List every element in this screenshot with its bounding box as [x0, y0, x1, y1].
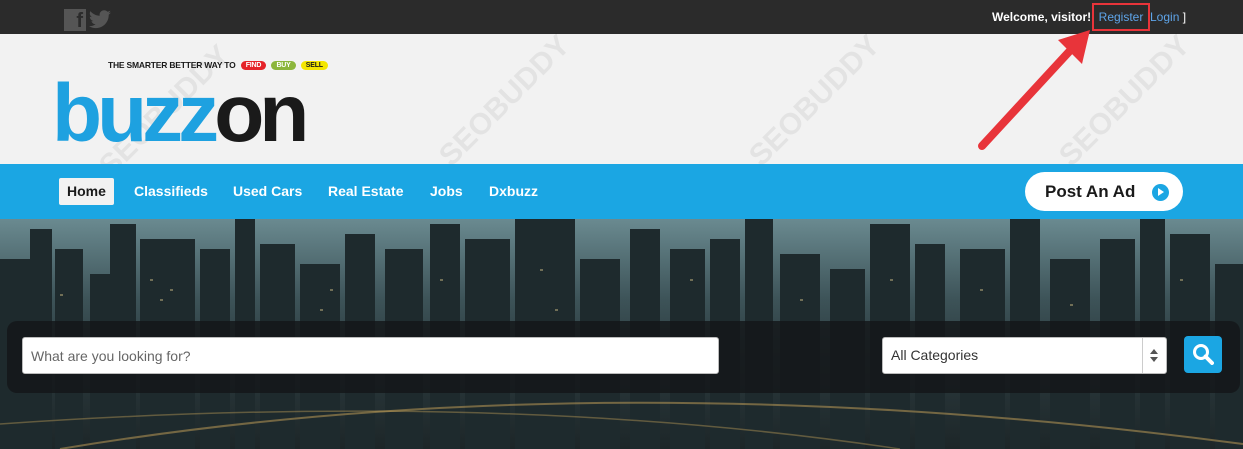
- category-select[interactable]: All Categories: [882, 337, 1167, 374]
- watermark: SEOBUDDY: [742, 28, 887, 173]
- category-selected-value: All Categories: [891, 347, 979, 363]
- main-nav: Home Classifieds Used Cars Real Estate J…: [0, 164, 1243, 219]
- register-link[interactable]: Register: [1092, 3, 1150, 31]
- login-wrap: Login ]: [1150, 10, 1186, 24]
- login-link[interactable]: Login: [1150, 10, 1179, 24]
- social-links: f: [64, 9, 112, 32]
- nav-real-estate[interactable]: Real Estate: [328, 178, 403, 205]
- logo-part-on: on: [214, 68, 309, 159]
- watermark: SEOBUDDY: [432, 28, 577, 173]
- search-button[interactable]: [1184, 336, 1222, 373]
- facebook-icon[interactable]: f: [64, 9, 86, 32]
- welcome-text: Welcome, visitor!: [992, 10, 1092, 24]
- select-arrows-icon: [1142, 338, 1166, 373]
- tag-sell: SELL: [300, 61, 328, 71]
- search-input[interactable]: [22, 337, 719, 374]
- search-panel: All Categories: [7, 321, 1240, 393]
- nav-dxbuzz[interactable]: Dxbuzz: [489, 178, 538, 205]
- nav-home[interactable]: Home: [59, 178, 114, 205]
- logo-wordmark: buzzon: [52, 73, 309, 155]
- play-circle-icon: [1152, 184, 1169, 201]
- twitter-icon[interactable]: [88, 9, 112, 31]
- nav-used-cars[interactable]: Used Cars: [233, 178, 302, 205]
- logo-part-buzz: buzz: [52, 68, 219, 159]
- hero-banner: All Categories: [0, 219, 1243, 449]
- nav-jobs[interactable]: Jobs: [430, 178, 463, 205]
- bracket-close: ]: [1182, 10, 1187, 24]
- annotation-arrow-icon: [978, 30, 1090, 150]
- post-ad-button[interactable]: Post An Ad: [1025, 172, 1183, 211]
- nav-classifieds[interactable]: Classifieds: [134, 178, 208, 205]
- search-icon: [1193, 344, 1214, 365]
- site-logo[interactable]: buzzon: [52, 72, 345, 155]
- post-ad-label: Post An Ad: [1045, 182, 1136, 201]
